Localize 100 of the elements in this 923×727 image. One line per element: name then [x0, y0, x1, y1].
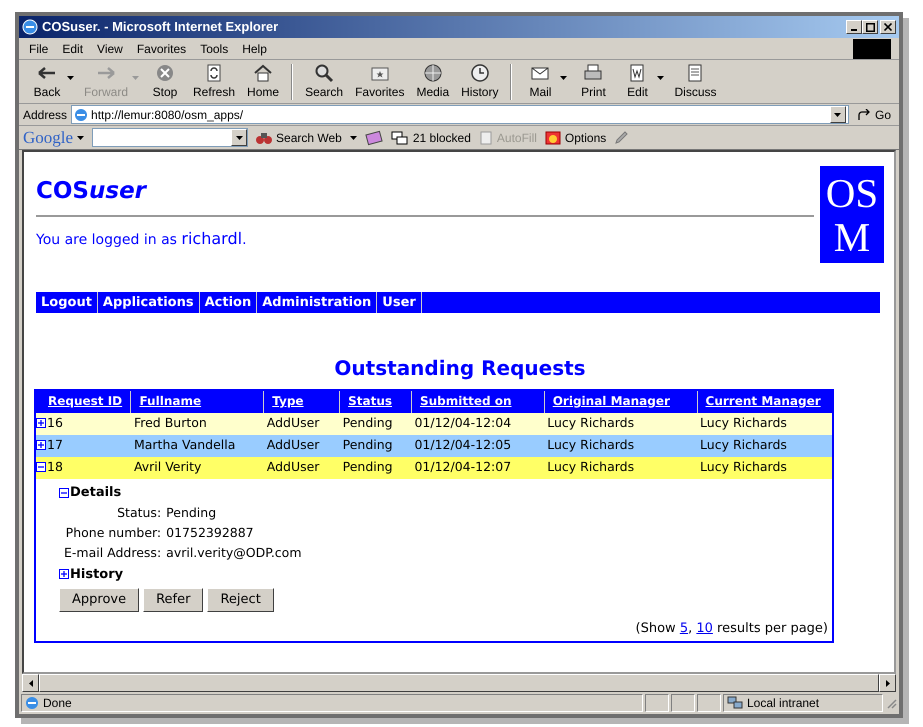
- menu-item[interactable]: View: [91, 38, 129, 60]
- table-cell: Fred Burton: [134, 415, 207, 430]
- menu-item[interactable]: File: [23, 38, 54, 60]
- table-cell: Martha Vandella: [134, 437, 236, 452]
- table-cell: AddUser: [266, 459, 320, 474]
- minimize-icon: [851, 29, 857, 31]
- dropdown-icon[interactable]: [560, 76, 568, 80]
- toolbar-button[interactable]: History: [455, 60, 504, 102]
- expand-icon[interactable]: [59, 569, 69, 580]
- table-cell: Avril Verity: [134, 459, 202, 474]
- close-button[interactable]: [880, 20, 896, 34]
- expand-icon[interactable]: [36, 440, 46, 450]
- table-row[interactable]: 18 Avril Verity AddUser Pending 01/12/04-12:07 Lucy Richards Lucy Richards: [36, 456, 832, 479]
- collapse-icon[interactable]: [59, 488, 69, 498]
- nav-link[interactable]: Action: [200, 292, 258, 313]
- maximize-icon: [866, 22, 874, 32]
- toolbar-button[interactable]: 21 blocked: [390, 128, 471, 146]
- table-row[interactable]: 16 Fred Burton AddUser Pending 01/12/04-12:04 Lucy Richards Lucy Richards: [36, 412, 832, 435]
- toolbar-button[interactable]: Options: [544, 128, 606, 146]
- toolbar-button[interactable]: Back: [25, 60, 69, 102]
- toolbar-button[interactable]: Mail: [518, 60, 562, 102]
- browser-icon: [22, 19, 38, 35]
- table-cell: Pending: [342, 437, 393, 452]
- nav-link[interactable]: User: [377, 292, 422, 313]
- address-field[interactable]: http://lemur:8080/osm_apps/: [71, 105, 849, 124]
- expand-icon[interactable]: [36, 418, 46, 428]
- toolbar-button[interactable]: Favorites: [349, 60, 410, 102]
- scroll-left-button[interactable]: [22, 674, 39, 692]
- toolbar-button[interactable]: Search Web: [256, 128, 342, 146]
- security-zone: Local intranet: [747, 695, 820, 712]
- status-pane: [697, 694, 721, 712]
- nav-link[interactable]: Applications: [98, 292, 200, 313]
- dropdown-button[interactable]: [830, 106, 846, 123]
- pencil-icon[interactable]: [614, 130, 628, 144]
- table-cell: Lucy Richards: [700, 459, 787, 474]
- menu-item[interactable]: Edit: [56, 38, 90, 60]
- table-cell: 01/12/04-12:05: [414, 437, 512, 452]
- table-cell: Lucy Richards: [547, 459, 634, 474]
- collapse-icon[interactable]: [36, 462, 46, 472]
- house-icon: [253, 62, 274, 82]
- dropdown-button[interactable]: [231, 129, 248, 146]
- page-title: COSuser: [36, 177, 148, 206]
- field-label: Phone number:: [64, 524, 162, 542]
- table-cell: Pending: [342, 415, 393, 430]
- toolbar-button[interactable]: Search: [299, 60, 350, 102]
- toolbar-button[interactable]: Refresh: [187, 60, 242, 102]
- address-label: Address: [23, 106, 68, 124]
- table-cell-text: 18: [47, 458, 63, 476]
- network-icon: [727, 696, 743, 710]
- action-button[interactable]: Approve: [59, 588, 140, 612]
- scroll-right-button[interactable]: [879, 674, 896, 692]
- action-button[interactable]: Reject: [207, 588, 274, 612]
- table-cell-text: 16: [47, 414, 63, 432]
- dropdown-icon[interactable]: [657, 76, 664, 80]
- status-text: Done: [43, 695, 72, 712]
- resize-grip-icon[interactable]: [885, 697, 897, 709]
- toolbar-button[interactable]: Home: [241, 60, 286, 102]
- windows-logo: [853, 38, 891, 58]
- pagination-text: (Show 5, 10 results per page): [636, 620, 828, 636]
- close-icon: [884, 23, 892, 31]
- menu-item[interactable]: Tools: [194, 38, 234, 60]
- table-cell: Lucy Richards: [700, 437, 787, 452]
- action-button[interactable]: Refer: [143, 588, 204, 612]
- page-size-link[interactable]: 10: [696, 620, 713, 636]
- section-toggle[interactable]: History: [70, 564, 124, 584]
- toolbar-button[interactable]: Print: [571, 60, 616, 102]
- section-toggle[interactable]: Details: [70, 482, 122, 502]
- toolbar-button[interactable]: Stop: [143, 60, 188, 102]
- go-button[interactable]: Go: [852, 104, 895, 124]
- toolbar-button[interactable]: Discuss: [668, 60, 722, 102]
- caret-icon[interactable]: [77, 136, 84, 140]
- search-field[interactable]: [92, 128, 248, 147]
- minimize-button[interactable]: [846, 20, 862, 34]
- toolbar-button[interactable]: Media: [410, 60, 456, 102]
- arrow-left-icon: [28, 680, 32, 686]
- table-cell-text: 17: [47, 436, 63, 454]
- window-title: COSuser. - Microsoft Internet Explorer: [42, 18, 278, 36]
- field-value: avril.verity@ODP.com: [166, 544, 302, 562]
- maximize-button[interactable]: [862, 20, 878, 34]
- menu-item[interactable]: Favorites: [130, 38, 192, 60]
- caret-icon[interactable]: [350, 136, 357, 140]
- toolbar-button[interactable]: Edit: [615, 60, 660, 102]
- menu-item[interactable]: Help: [236, 38, 273, 60]
- table-row[interactable]: 17 Martha Vandella AddUser Pending 01/12/04-12:05 Lucy Richards Lucy Richards: [36, 434, 832, 457]
- table-cell: Pending: [342, 459, 393, 474]
- globe-icon: [422, 62, 443, 82]
- field-value: Pending: [166, 504, 218, 522]
- nav-link[interactable]: Logout: [36, 292, 98, 313]
- caret-icon: [834, 112, 842, 116]
- field-label: E-mail Address:: [64, 544, 162, 562]
- dropdown-icon[interactable]: [67, 76, 74, 80]
- page-size-link[interactable]: 5: [680, 620, 688, 636]
- form-icon: [478, 130, 493, 144]
- options-icon: [544, 130, 561, 144]
- google-logo[interactable]: Google: [23, 124, 74, 150]
- login-message: You are logged in as richardl.: [36, 228, 248, 250]
- nav-link[interactable]: Administration: [257, 292, 378, 313]
- arrow-icon: [856, 108, 871, 120]
- binoculars-icon: [256, 130, 272, 144]
- caret-icon: [236, 136, 243, 140]
